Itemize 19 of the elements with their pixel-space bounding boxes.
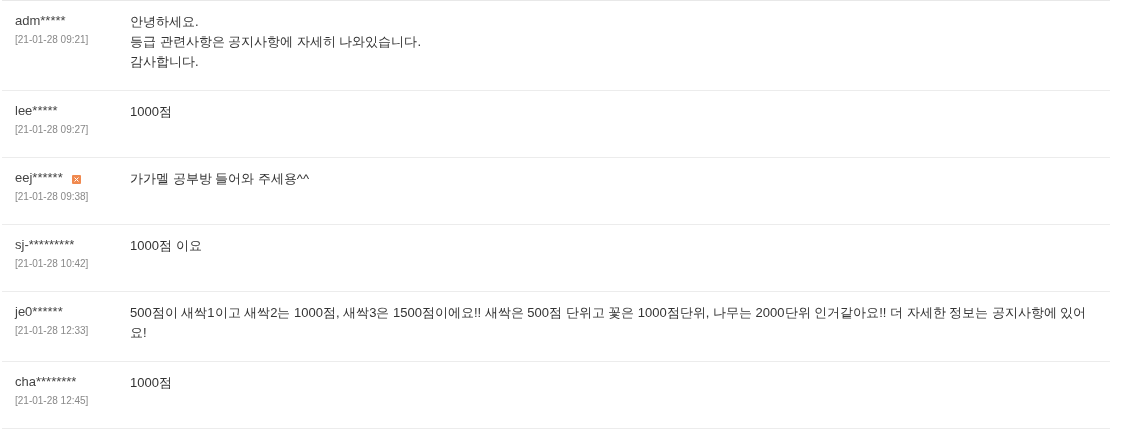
comment-author: lee***** <box>15 102 58 120</box>
comment-author: je0****** <box>15 303 63 321</box>
comment-author: eej****** <box>15 169 63 187</box>
comment-text: 1000점 이요 <box>130 237 203 255</box>
comment-author: cha******** <box>15 373 77 391</box>
comment-date: [21-01-28 10:42] <box>15 257 89 271</box>
comment-date: [21-01-28 09:27] <box>15 123 89 137</box>
comment-text: 1000점 <box>130 374 173 392</box>
comment-text: 500점이 새싹1이고 새싹2는 1000점, 새싹3은 1500점이에요!! 새싹은 500점 단위고 꽃은 1000점단위, 나무는 2000단위 인거같아요!! 더 자세한 정보는 공지사항에 있어요! <box>130 304 1088 342</box>
comment-text: 안녕하세요. 등급 관련사항은 공지사항에 자세히 나와있습니다. 감사합니다. <box>130 13 423 71</box>
close-icon[interactable] <box>71 174 81 184</box>
comment-text: 1000점 <box>130 103 173 121</box>
comment-date: [21-01-28 12:33] <box>15 324 89 338</box>
comment-author: adm***** <box>15 12 66 30</box>
comment-date: [21-01-28 12:45] <box>15 394 89 408</box>
comment-date: [21-01-28 09:38] <box>15 190 89 204</box>
comment-text: 가가멜 공부방 들어와 주세용^^ <box>130 170 311 188</box>
comment-author: sj-********* <box>15 236 75 254</box>
comment-date: [21-01-28 09:21] <box>15 33 89 47</box>
